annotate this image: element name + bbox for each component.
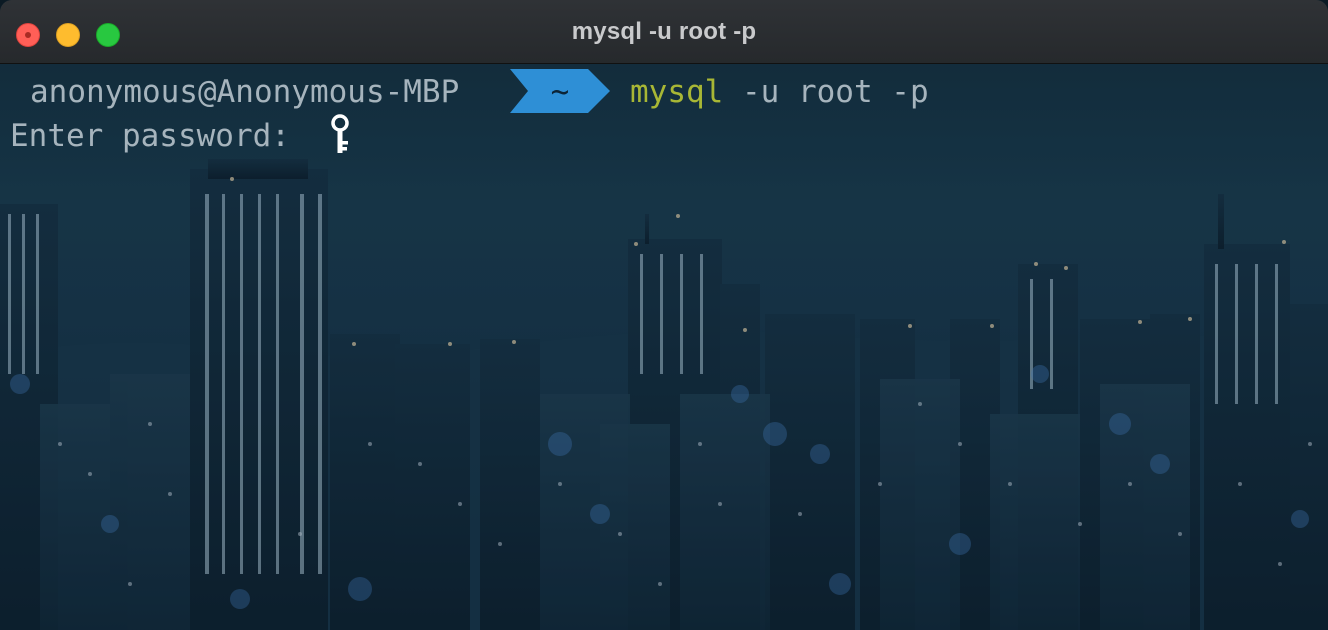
command-line: mysql -u root -p	[630, 72, 929, 112]
prompt-cwd: ~	[550, 74, 570, 110]
key-icon[interactable]	[328, 114, 352, 156]
terminal-body[interactable]: anonymous@Anonymous-MBP ~ mysql -u root …	[0, 64, 1328, 630]
prompt-user-host: anonymous@Anonymous-MBP	[30, 74, 460, 110]
command-args: -u root -p	[723, 74, 929, 110]
window-title: mysql -u root -p	[571, 18, 757, 45]
command-program: mysql	[630, 74, 724, 110]
title-bar[interactable]: mysql -u root -p	[0, 0, 1328, 64]
terminal-window: mysql -u root -p anonymous@Anonymous-MBP…	[0, 0, 1328, 630]
password-prompt: Enter password:	[10, 118, 309, 154]
